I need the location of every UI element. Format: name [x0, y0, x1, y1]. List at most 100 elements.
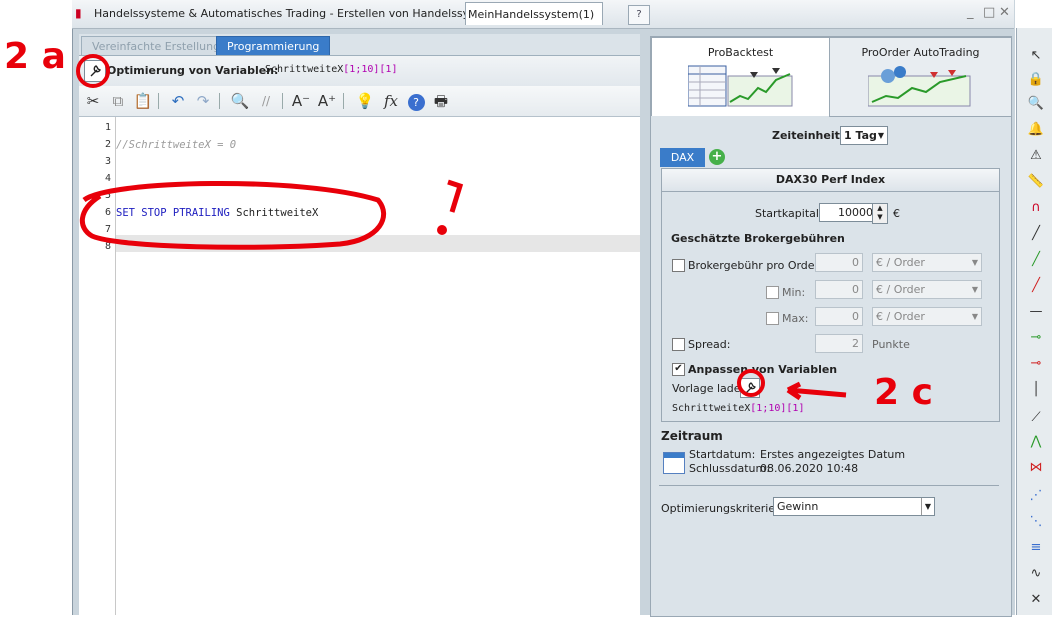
channel-icon[interactable]: ⋀ [1026, 432, 1046, 452]
calendar-icon[interactable] [663, 452, 685, 474]
maximize-icon[interactable]: □ [983, 5, 995, 20]
print-icon[interactable]: 🖶 [430, 91, 452, 111]
toolbar-separator [158, 93, 159, 109]
timeframe-value: 1 Tag [844, 129, 877, 142]
fibonacci-fan-icon[interactable]: ⋱ [1026, 512, 1046, 532]
trendline-icon[interactable]: ╱ [1026, 224, 1046, 244]
broker-per-order-checkbox[interactable] [672, 259, 685, 272]
wave-icon[interactable]: ∿ [1026, 564, 1046, 584]
annotation-label-2c: 2 c [874, 372, 933, 413]
capital-currency: € [893, 207, 900, 220]
broker-max-value: 0 [852, 310, 859, 323]
add-instrument-icon[interactable]: + [709, 149, 725, 165]
spread-checkbox[interactable] [672, 338, 685, 351]
undo-icon[interactable]: ↶ [167, 91, 189, 111]
font-decrease-icon[interactable]: A⁻ [290, 91, 312, 111]
green-ray-icon[interactable]: ⊸ [1026, 328, 1046, 348]
divider [659, 485, 999, 486]
chevron-down-icon: ▼ [877, 131, 884, 140]
line-number: 8 [104, 241, 111, 252]
capital-input[interactable]: 10000 [819, 203, 877, 222]
title-bar: ▮ Handelssysteme & Automatisches Trading… [72, 0, 1014, 29]
zoom-icon[interactable]: 🔍 [1026, 94, 1046, 114]
instrument-tab-dax[interactable]: DAX [660, 148, 705, 167]
template-label: Vorlage laden [672, 382, 748, 395]
help-icon[interactable]: ? [405, 91, 427, 111]
pointer-icon[interactable]: ↖ [1026, 46, 1046, 66]
close-icon[interactable]: ✕ [999, 5, 1010, 20]
copy-icon[interactable]: ⧉ [107, 91, 129, 111]
code-editor[interactable]: 1 2 3 4 5 6 7 8 //SchrittweiteX = 0 SET … [79, 117, 640, 615]
function-icon[interactable]: fx [380, 91, 402, 111]
window-title: Handelssysteme & Automatisches Trading -… [94, 7, 511, 20]
line-number: 7 [104, 224, 111, 235]
doc-tab-label: MeinHandelssystem(1) [468, 8, 595, 21]
criteria-select[interactable]: Gewinn ▼ [773, 497, 935, 516]
red-ray-icon[interactable]: ⊸ [1026, 354, 1046, 374]
vertical-line-icon[interactable]: │ [1026, 380, 1046, 400]
optimization-variable: SchrittweiteX[1;10][1] [265, 64, 397, 75]
criteria-label: Optimierungskriterien : [661, 502, 790, 515]
load-template-button[interactable] [740, 378, 760, 398]
minimize-icon[interactable]: _ [967, 5, 974, 20]
broker-max-input[interactable]: 0 [815, 307, 863, 326]
broker-max-checkbox[interactable] [766, 312, 779, 325]
search-icon[interactable]: 🔍 [229, 91, 251, 111]
capital-stepper[interactable]: ▲ ▼ [872, 203, 888, 224]
timeframe-label: Zeiteinheit: [772, 129, 845, 142]
horizontal-line-icon[interactable]: — [1026, 302, 1046, 322]
start-date-value: Erstes angezeigtes Datum [760, 448, 906, 461]
redo-icon[interactable]: ↷ [192, 91, 214, 111]
doc-tab[interactable]: MeinHandelssystem(1) [465, 2, 603, 25]
chevron-down-icon: ▼ [971, 312, 978, 321]
variable-optimization-button[interactable] [84, 60, 106, 82]
comment-icon[interactable]: // [255, 91, 277, 111]
green-line-icon[interactable]: ╱ [1026, 250, 1046, 270]
ruler-icon[interactable]: 📏 [1026, 172, 1046, 192]
timeframe-select[interactable]: 1 Tag ▼ [840, 126, 888, 145]
lightbulb-icon[interactable]: 💡 [354, 91, 376, 111]
tab-simple-creation[interactable]: Vereinfachte Erstellung [81, 36, 232, 56]
optimization-variable-name: SchrittweiteX [265, 64, 344, 75]
fibonacci-icon[interactable]: ⋰ [1026, 486, 1046, 506]
toolbar-separator [343, 93, 344, 109]
tab-probacktest[interactable]: ProBacktest [651, 37, 830, 116]
alert-bell-icon[interactable]: 🔔 [1026, 120, 1046, 140]
tab-programming[interactable]: Programmierung [216, 36, 331, 56]
fibonacci-retracement-icon[interactable]: ≡ [1026, 538, 1046, 558]
code-line-6: SET STOP PTRAILING SchrittweiteX [116, 207, 319, 219]
magnet-icon[interactable]: ∩ [1026, 198, 1046, 218]
alert-level-icon[interactable]: ⚠ [1026, 146, 1046, 166]
annotation-label-2a: 2 a [4, 36, 66, 77]
broker-min-value: 0 [852, 283, 859, 296]
paste-icon[interactable]: 📋 [132, 91, 154, 111]
broker-max-unit-select[interactable]: € / Order ▼ [872, 307, 982, 326]
editor-toolbar: ✂ ⧉ 📋 ↶ ↷ 🔍 // A⁻ A⁺ 💡 fx ? 🖶 [79, 86, 640, 117]
fan-icon[interactable]: ⋈ [1026, 458, 1046, 478]
broker-min-unit-select[interactable]: € / Order ▼ [872, 280, 982, 299]
segment-icon[interactable]: ⟋ [1026, 408, 1046, 428]
broker-heading: Geschätzte Brokergebühren [671, 232, 845, 245]
help-doc-icon[interactable]: ? [628, 5, 650, 25]
adjust-vars-label: Anpassen von Variablen [688, 363, 838, 376]
broker-per-order-input[interactable]: 0 [815, 253, 863, 272]
cut-icon[interactable]: ✂ [82, 91, 104, 111]
backtest-chart-icon [688, 65, 793, 107]
red-line-icon[interactable]: ╱ [1026, 276, 1046, 296]
broker-min-checkbox[interactable] [766, 286, 779, 299]
broker-unit-select[interactable]: € / Order ▼ [872, 253, 982, 272]
end-date-label: Schlussdatum: [689, 462, 770, 475]
adjust-vars-checkbox[interactable]: ✔ [672, 363, 685, 376]
broker-per-order-value: 0 [852, 256, 859, 269]
tab-proorder-autotrading[interactable]: ProOrder AutoTrading [829, 37, 1012, 117]
line-number: 2 [104, 139, 111, 150]
font-increase-icon[interactable]: A⁺ [316, 91, 338, 111]
line-number: 4 [104, 173, 111, 184]
lock-icon[interactable]: 🔒 [1026, 70, 1046, 90]
tools-icon[interactable]: ✕ [1026, 590, 1046, 610]
optimization-label: Optimierung von Variablen: [107, 64, 279, 77]
wrench-icon [745, 382, 756, 394]
broker-min-input[interactable]: 0 [815, 280, 863, 299]
capital-value: 10000 [838, 206, 873, 219]
spread-input[interactable]: 2 [815, 334, 863, 353]
